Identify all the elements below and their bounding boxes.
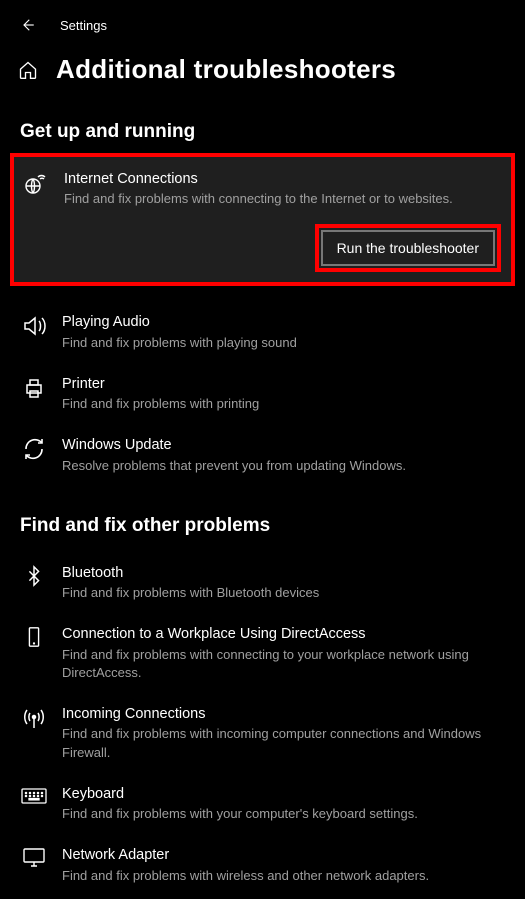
troubleshooter-bluetooth[interactable]: Bluetooth Find and fix problems with Blu… bbox=[10, 553, 515, 614]
troubleshooter-windows-update[interactable]: Windows Update Resolve problems that pre… bbox=[10, 425, 515, 486]
item-title: Playing Audio bbox=[62, 312, 505, 332]
item-title: Bluetooth bbox=[62, 563, 505, 583]
page-title: Additional troubleshooters bbox=[56, 54, 396, 85]
item-desc: Find and fix problems with playing sound bbox=[62, 334, 505, 352]
printer-icon bbox=[20, 374, 48, 413]
troubleshooter-network-adapter[interactable]: Network Adapter Find and fix problems wi… bbox=[10, 835, 515, 896]
item-title: Connection to a Workplace Using DirectAc… bbox=[62, 624, 505, 644]
section-title-other: Find and fix other problems bbox=[0, 487, 525, 547]
home-icon[interactable] bbox=[18, 60, 38, 80]
troubleshooter-keyboard[interactable]: Keyboard Find and fix problems with your… bbox=[10, 774, 515, 835]
troubleshooter-incoming-connections[interactable]: Incoming Connections Find and fix proble… bbox=[10, 694, 515, 774]
item-title: Incoming Connections bbox=[62, 704, 505, 724]
antenna-icon bbox=[20, 704, 48, 762]
item-desc: Resolve problems that prevent you from u… bbox=[62, 457, 505, 475]
run-troubleshooter-highlight: Run the troubleshooter bbox=[315, 224, 501, 272]
sync-icon bbox=[20, 435, 48, 474]
item-title: Network Adapter bbox=[62, 845, 505, 865]
item-title: Windows Update bbox=[62, 435, 505, 455]
troubleshooter-internet-connections-selected[interactable]: Internet Connections Find and fix proble… bbox=[10, 153, 515, 286]
item-title: Internet Connections bbox=[64, 169, 503, 189]
item-desc: Find and fix problems with wireless and … bbox=[62, 867, 505, 885]
bluetooth-icon bbox=[20, 563, 48, 602]
troubleshooter-directaccess[interactable]: Connection to a Workplace Using DirectAc… bbox=[10, 614, 515, 694]
item-title: Keyboard bbox=[62, 784, 505, 804]
item-desc: Find and fix problems with your computer… bbox=[62, 805, 505, 823]
monitor-icon bbox=[20, 845, 48, 884]
item-title: Printer bbox=[62, 374, 505, 394]
troubleshooter-printer[interactable]: Printer Find and fix problems with print… bbox=[10, 364, 515, 425]
keyboard-icon bbox=[20, 784, 48, 823]
item-desc: Find and fix problems with connecting to… bbox=[64, 190, 503, 208]
globe-wifi-icon bbox=[22, 169, 50, 208]
app-name: Settings bbox=[60, 18, 107, 33]
item-desc: Find and fix problems with incoming comp… bbox=[62, 725, 505, 761]
run-troubleshooter-button[interactable]: Run the troubleshooter bbox=[321, 230, 495, 266]
page-title-row: Additional troubleshooters bbox=[0, 42, 525, 103]
item-desc: Find and fix problems with connecting to… bbox=[62, 646, 505, 682]
item-desc: Find and fix problems with printing bbox=[62, 395, 505, 413]
back-button[interactable] bbox=[18, 16, 36, 34]
phone-icon bbox=[20, 624, 48, 682]
section-title-running: Get up and running bbox=[0, 103, 525, 153]
speaker-icon bbox=[20, 312, 48, 351]
window-header: Settings bbox=[0, 0, 525, 42]
back-arrow-icon bbox=[18, 16, 36, 34]
item-desc: Find and fix problems with Bluetooth dev… bbox=[62, 584, 505, 602]
troubleshooter-playing-audio[interactable]: Playing Audio Find and fix problems with… bbox=[10, 302, 515, 363]
